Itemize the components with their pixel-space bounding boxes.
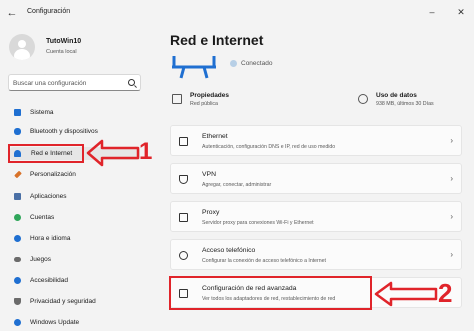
sidebar-item-label: Accesibilidad: [30, 277, 68, 284]
shield-icon: [14, 298, 21, 305]
card-acceso-telefonico[interactable]: Acceso telefónico Configurar la conexión…: [170, 239, 462, 270]
account-type: Cuenta local: [46, 49, 77, 55]
user-name: TutoWin10: [46, 38, 82, 45]
sidebar-item-label: Juegos: [30, 256, 51, 263]
gamepad-icon: [14, 257, 21, 262]
chevron-right-icon: ›: [450, 212, 453, 221]
sidebar-item-label: Aplicaciones: [30, 193, 67, 200]
card-vpn[interactable]: VPN Agregar, conectar, administrar ›: [170, 163, 462, 194]
sidebar-item-label: Personalización: [30, 171, 76, 178]
card-ethernet[interactable]: Ethernet Autenticación, configuración DN…: [170, 125, 462, 156]
card-subtitle: Autenticación, configuración DNS e IP, r…: [202, 144, 336, 150]
data-usage-subtitle: 938 MB, últimos 30 Días: [376, 101, 434, 107]
properties-title[interactable]: Propiedades: [190, 92, 229, 99]
avatar[interactable]: [9, 34, 35, 60]
search-box[interactable]: [8, 74, 141, 91]
apps-icon: [14, 193, 21, 200]
sidebar-item-sistema[interactable]: Sistema: [10, 106, 140, 119]
proxy-icon: [179, 213, 188, 222]
router-icon: [172, 56, 216, 79]
minimize-button[interactable]: –: [426, 6, 438, 18]
title-bar: ← Configuración – ✕: [0, 0, 474, 26]
brush-icon: [14, 170, 22, 179]
properties-icon[interactable]: [172, 94, 182, 104]
card-title: Ethernet: [202, 133, 228, 140]
sidebar-item-privacidad[interactable]: Privacidad y seguridad: [10, 295, 140, 308]
globe-clock-icon: [14, 235, 21, 242]
sidebar-item-accesibilidad[interactable]: Accesibilidad: [10, 274, 140, 287]
monitor-icon: [14, 109, 21, 116]
chevron-right-icon: ›: [450, 136, 453, 145]
accessibility-icon: [14, 277, 21, 284]
sidebar-item-label: Privacidad y seguridad: [30, 298, 96, 305]
card-title: Acceso telefónico: [202, 247, 256, 254]
annotation-arrow-left-icon: [374, 281, 438, 307]
ethernet-icon: [179, 137, 188, 146]
data-usage-icon[interactable]: [358, 94, 368, 104]
search-input[interactable]: [13, 77, 125, 89]
card-title: Proxy: [202, 209, 220, 216]
dialup-icon: [179, 251, 188, 260]
annotation-number-2: 2: [438, 278, 453, 308]
card-subtitle: Servidor proxy para conexiones Wi-Fi y E…: [202, 220, 314, 226]
sidebar-item-aplicaciones[interactable]: Aplicaciones: [10, 190, 140, 203]
close-button[interactable]: ✕: [455, 6, 467, 18]
connection-status-icon: [230, 60, 237, 67]
connection-status: Conectado: [241, 60, 273, 67]
chevron-right-icon: ›: [450, 250, 453, 259]
card-subtitle: Configurar la conexión de acceso telefón…: [202, 258, 327, 264]
back-arrow-icon[interactable]: ←: [6, 6, 18, 20]
sidebar-item-label: Hora e idioma: [30, 235, 71, 242]
data-usage-title[interactable]: Uso de datos: [376, 92, 417, 99]
person-icon: [14, 214, 21, 221]
card-title: VPN: [202, 171, 216, 178]
card-proxy[interactable]: Proxy Servidor proxy para conexiones Wi-…: [170, 201, 462, 232]
app-title: Configuración: [27, 8, 71, 15]
card-subtitle: Agregar, conectar, administrar: [202, 182, 272, 188]
bluetooth-icon: [14, 128, 21, 135]
update-icon: [14, 319, 21, 326]
sidebar-item-hora-idioma[interactable]: Hora e idioma: [10, 232, 140, 245]
highlight-box-advanced-network: [169, 276, 372, 310]
sidebar-item-bluetooth[interactable]: Bluetooth y dispositivos: [10, 125, 140, 138]
sidebar-item-windows-update[interactable]: Windows Update: [10, 316, 140, 329]
sidebar-item-personalizacion[interactable]: Personalización: [10, 168, 140, 181]
annotation-number-1: 1: [139, 138, 153, 165]
chevron-right-icon: ›: [450, 174, 453, 183]
highlight-box-red-internet: [8, 144, 84, 163]
page-title: Red e Internet: [170, 32, 264, 48]
sidebar-item-cuentas[interactable]: Cuentas: [10, 211, 140, 224]
sidebar-item-label: Windows Update: [30, 319, 80, 326]
sidebar-item-label: Sistema: [30, 109, 54, 116]
vpn-shield-icon: [179, 175, 188, 184]
annotation-arrow-left-icon: [86, 139, 140, 167]
sidebar-item-juegos[interactable]: Juegos: [10, 253, 140, 266]
search-icon[interactable]: [128, 79, 135, 86]
sidebar-item-label: Bluetooth y dispositivos: [30, 128, 98, 135]
properties-subtitle: Red pública: [190, 101, 218, 107]
sidebar-item-label: Cuentas: [30, 214, 55, 221]
